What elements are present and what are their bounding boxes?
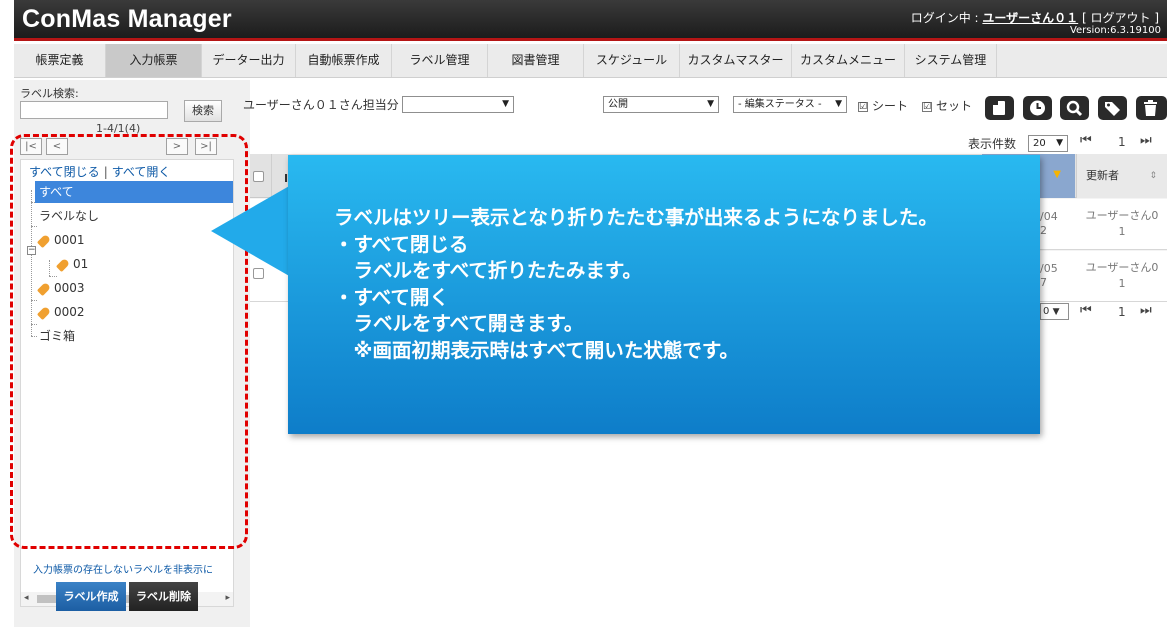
tree-horizontal-scrollbar[interactable]: ◂ ▸ xyxy=(21,592,233,606)
sheet-checkbox-label: シート xyxy=(872,99,909,113)
search-icon xyxy=(1066,100,1083,117)
document-button[interactable] xyxy=(985,96,1014,120)
history-button[interactable] xyxy=(1023,96,1052,120)
sort-desc-icon: ▼ xyxy=(1053,169,1061,180)
tab-data-output[interactable]: データー出力 xyxy=(202,44,296,77)
tab-library-management[interactable]: 図書管理 xyxy=(488,44,584,77)
main-nav: 帳票定義 入力帳票 データー出力 自動帳票作成 ラベル管理 図書管理 スケジュー… xyxy=(14,44,1167,78)
bottom-page-number: 1 xyxy=(1118,305,1126,319)
scroll-left-icon[interactable]: ◂ xyxy=(24,593,29,603)
page-first-button[interactable]: ⏮ xyxy=(1080,133,1092,148)
sheet-checkbox[interactable]: ☑ シート xyxy=(858,97,908,114)
updated-date-cell: /05 7 xyxy=(1040,262,1058,290)
assignee-select[interactable]: ▼ xyxy=(402,96,514,113)
tab-custom-master[interactable]: カスタムマスター xyxy=(680,44,792,77)
page-next-button[interactable]: ⏭ xyxy=(1140,133,1152,148)
tab-system-management[interactable]: システム管理 xyxy=(905,44,997,77)
tag-icon xyxy=(1105,102,1120,116)
user-line: ユーザーさん0 xyxy=(1085,261,1159,274)
public-select-value: 公開 xyxy=(608,99,628,110)
login-status: ログイン中 : ユーザーさん０１ [ ログアウト ] xyxy=(911,9,1159,26)
assignee-filter-label: ユーザーさん０１さん担当分 xyxy=(243,98,399,112)
bottom-page-size-value: 0 xyxy=(1043,306,1050,317)
public-select[interactable]: 公開 ▼ xyxy=(603,96,719,113)
page-size-value: 20 xyxy=(1033,138,1046,149)
user-line: 1 xyxy=(1118,277,1126,290)
set-checkbox[interactable]: ☑ セット xyxy=(922,97,972,114)
user-name-link[interactable]: ユーザーさん０１ xyxy=(982,11,1078,25)
bottom-page-size-select[interactable]: 0 ▼ xyxy=(1040,303,1069,320)
bottom-page-first-button[interactable]: ⏮ xyxy=(1080,303,1092,318)
create-label-button[interactable]: ラベル作成 xyxy=(56,582,126,611)
date-line: 7 xyxy=(1040,276,1047,289)
callout-text: ラベルはツリー表示となり折りたたむ事が出来るようになりました。 ・すべて閉じる … xyxy=(334,206,938,362)
document-icon xyxy=(993,101,1005,115)
tab-custom-menu[interactable]: カスタムメニュー xyxy=(792,44,905,77)
scroll-right-icon[interactable]: ▸ xyxy=(225,593,230,603)
clock-icon xyxy=(1030,100,1045,116)
search-button[interactable] xyxy=(1060,96,1089,120)
chevron-down-icon: ▼ xyxy=(707,99,714,109)
user-line: ユーザーさん0 xyxy=(1085,209,1159,222)
chevron-down-icon: ▼ xyxy=(1052,307,1060,317)
label-search-button[interactable]: 検索 xyxy=(184,100,222,122)
updater-column-header[interactable]: 更新者 ⇕ xyxy=(1076,154,1167,198)
app-logo: ConMas Manager xyxy=(22,5,232,33)
edit-status-select[interactable]: - 編集ステータス - ▼ xyxy=(733,96,847,113)
version-text: Version:6.3.19100 xyxy=(1069,25,1161,36)
chevron-down-icon: ▼ xyxy=(502,99,509,109)
app-header: ConMas Manager ログイン中 : ユーザーさん０１ [ ログアウト … xyxy=(14,0,1167,41)
trash-button[interactable] xyxy=(1136,96,1167,120)
logout-link[interactable]: [ ログアウト ] xyxy=(1078,11,1159,25)
hide-empty-labels-link[interactable]: 入力帳票の存在しないラベルを非表示に xyxy=(33,561,213,576)
delete-label-button[interactable]: ラベル削除 xyxy=(129,582,198,611)
page-size-select[interactable]: 20 ▼ xyxy=(1028,135,1068,152)
checkbox-icon: ☑ xyxy=(922,101,932,112)
tab-auto-form-creation[interactable]: 自動帳票作成 xyxy=(296,44,392,77)
label-search-input[interactable] xyxy=(20,101,168,119)
updater-cell: ユーザーさん0 1 xyxy=(1077,208,1167,240)
updater-header-label: 更新者 xyxy=(1086,169,1119,182)
date-line: 2 xyxy=(1040,224,1047,237)
set-checkbox-label: セット xyxy=(936,99,973,113)
chevron-down-icon: ▼ xyxy=(1056,138,1063,148)
sort-icon: ⇕ xyxy=(1149,171,1157,181)
select-all-checkbox[interactable] xyxy=(253,171,264,182)
label-search-label: ラベル検索: xyxy=(20,87,79,100)
date-line: /05 xyxy=(1040,262,1058,275)
callout-pointer xyxy=(211,185,291,277)
login-prefix: ログイン中 : xyxy=(910,11,983,25)
tab-input-forms[interactable]: 入力帳票 xyxy=(106,44,202,77)
bottom-page-next-button[interactable]: ⏭ xyxy=(1140,303,1152,318)
updated-date-cell: /04 2 xyxy=(1040,210,1058,238)
tab-form-definition[interactable]: 帳票定義 xyxy=(14,44,106,77)
user-line: 1 xyxy=(1118,225,1126,238)
updater-cell: ユーザーさん0 1 xyxy=(1077,260,1167,292)
checkbox-icon: ☑ xyxy=(858,101,868,112)
edit-status-value: - 編集ステータス - xyxy=(738,99,822,110)
page-number: 1 xyxy=(1118,135,1126,149)
tab-schedule[interactable]: スケジュール xyxy=(584,44,680,77)
tab-label-management[interactable]: ラベル管理 xyxy=(392,44,488,77)
date-line: /04 xyxy=(1040,210,1058,223)
page-size-label: 表示件数 xyxy=(968,137,1017,151)
trash-icon xyxy=(1144,100,1157,116)
label-button[interactable] xyxy=(1098,96,1127,120)
chevron-down-icon: ▼ xyxy=(835,99,842,109)
